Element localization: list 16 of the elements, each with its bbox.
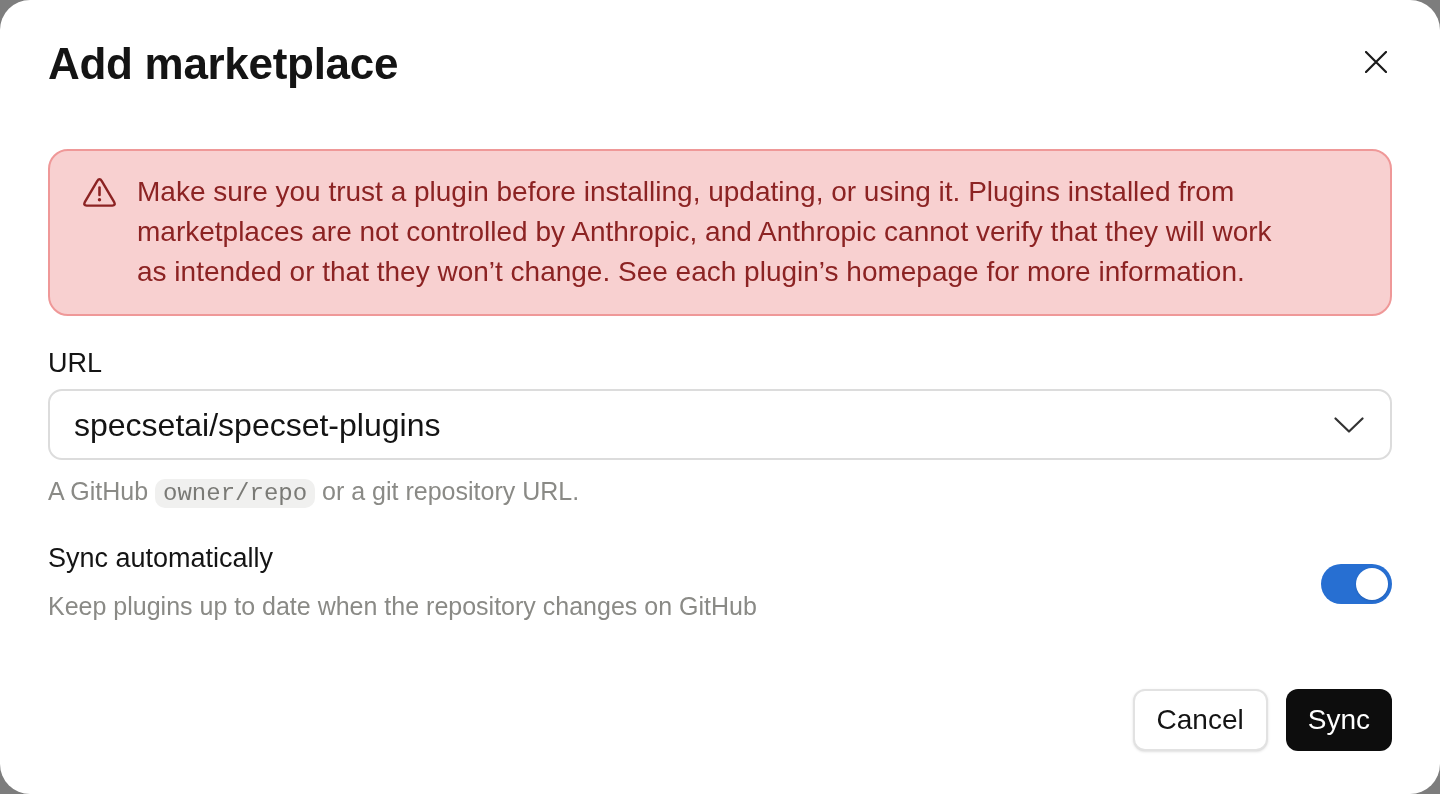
url-value: specsetai/specset-plugins xyxy=(74,405,441,445)
cancel-button[interactable]: Cancel xyxy=(1132,689,1268,751)
warning-icon xyxy=(83,178,116,207)
url-hint-text: A GitHub owner/repo or a git repository URL. xyxy=(48,476,580,509)
sync-description: Keep plugins up to date when the repository changes on GitHub xyxy=(48,591,757,621)
warning-text: Make sure you trust a plugin before installing, updating, or using it. Plugins installed from marketplaces are not controlled by Anthropic, and Anthropic cannot verify that they will work as intended or that they won’t change. See each plugin’s homepage for more information. xyxy=(137,175,1273,289)
toggle-knob xyxy=(1356,567,1388,600)
url-dropdown-field[interactable]: specsetai/specset-plugins xyxy=(48,389,1392,460)
dialog-title: Add marketplace xyxy=(48,38,399,90)
sync-toggle[interactable] xyxy=(1321,563,1392,604)
close-icon xyxy=(1365,51,1387,73)
url-label: URL xyxy=(48,347,102,379)
close-button[interactable] xyxy=(1362,48,1390,76)
chevron-down-icon xyxy=(1334,416,1364,433)
sync-label: Sync automatically xyxy=(48,542,274,574)
sync-button[interactable]: Sync xyxy=(1285,689,1392,751)
